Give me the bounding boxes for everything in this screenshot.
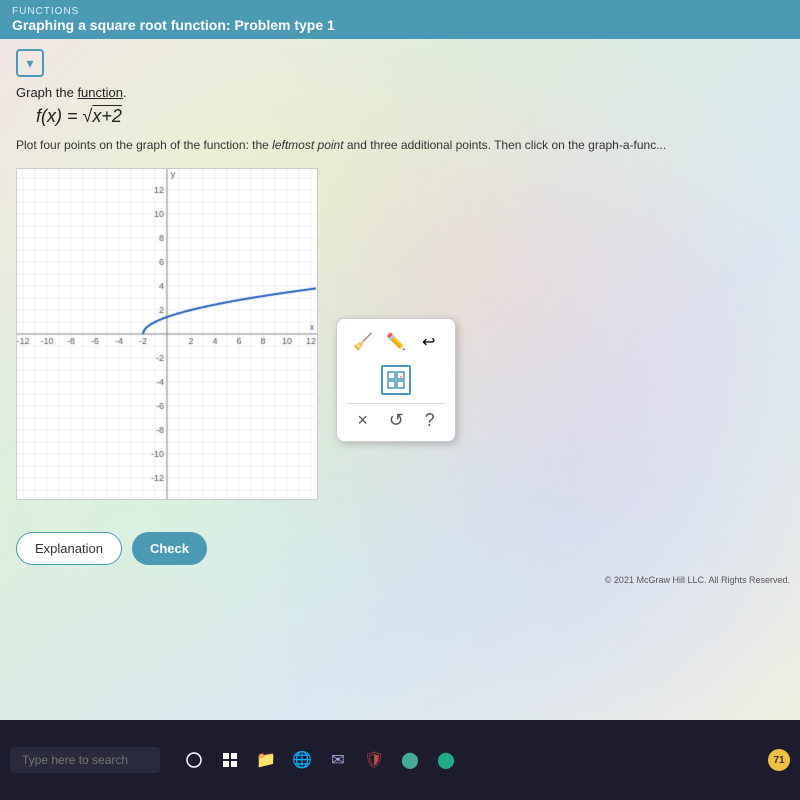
x-symbol[interactable]: × — [353, 408, 372, 433]
graph-canvas[interactable] — [16, 168, 318, 500]
plot-instruction: Plot four points on the graph of the fun… — [16, 137, 784, 154]
taskbar-shield-icon[interactable]: 🛡 — [360, 746, 388, 774]
toolbar-row-middle: × — [347, 365, 445, 395]
floating-toolbar: 🧹 ✏️ ↩ × — [336, 318, 456, 442]
curve-button[interactable]: ↩ — [414, 327, 444, 357]
taskbar-app-icon[interactable]: ⬤ — [432, 746, 460, 774]
search-input[interactable] — [10, 747, 160, 773]
content-area: ▾ Graph the function. f(x) = √x+2 Plot f… — [0, 39, 800, 515]
eraser-button[interactable]: 🧹 — [348, 327, 378, 357]
check-button[interactable]: Check — [132, 532, 207, 565]
copyright-text: © 2021 McGraw Hill LLC. All Rights Reser… — [605, 575, 790, 585]
instruction-text: Graph the function. — [16, 85, 784, 100]
explanation-button[interactable]: Explanation — [16, 532, 122, 565]
taskbar-folder-icon[interactable]: 📁 — [252, 746, 280, 774]
function-underline: function — [77, 85, 123, 100]
help-symbol[interactable]: ? — [421, 408, 439, 433]
header-bar: FUNCTIONS Graphing a square root functio… — [0, 0, 800, 39]
grid-button[interactable]: × — [381, 365, 411, 395]
bottom-buttons: Explanation Check — [16, 532, 207, 565]
taskbar: 📁 🌐 ✉ 🛡 ⬤ ⬤ 71 — [0, 720, 800, 800]
taskbar-mail-icon[interactable]: ✉ — [324, 746, 352, 774]
taskbar-right: 71 — [768, 749, 790, 771]
svg-text:×: × — [399, 375, 403, 381]
toolbar-row-top: 🧹 ✏️ ↩ — [347, 327, 445, 357]
taskbar-windows-icon[interactable] — [180, 746, 208, 774]
taskbar-icons: 📁 🌐 ✉ 🛡 ⬤ ⬤ — [180, 746, 460, 774]
chevron-button[interactable]: ▾ — [16, 49, 44, 77]
clock-badge: 71 — [768, 749, 790, 771]
undo-symbol[interactable]: ↺ — [385, 408, 408, 433]
graph-container: 🧹 ✏️ ↩ × — [16, 168, 318, 500]
toolbar-divider — [347, 403, 445, 404]
toolbar-row-bottom: × ↺ ? — [347, 408, 445, 433]
page-title: Graphing a square root function: Problem… — [12, 17, 788, 33]
taskbar-edge-icon[interactable]: 🌐 — [288, 746, 316, 774]
category-label: FUNCTIONS — [12, 6, 788, 17]
pencil-button[interactable]: ✏️ — [381, 327, 411, 357]
taskbar-grid-icon[interactable] — [216, 746, 244, 774]
taskbar-chrome-icon[interactable]: ⬤ — [396, 746, 424, 774]
function-display: f(x) = √x+2 — [36, 106, 784, 127]
